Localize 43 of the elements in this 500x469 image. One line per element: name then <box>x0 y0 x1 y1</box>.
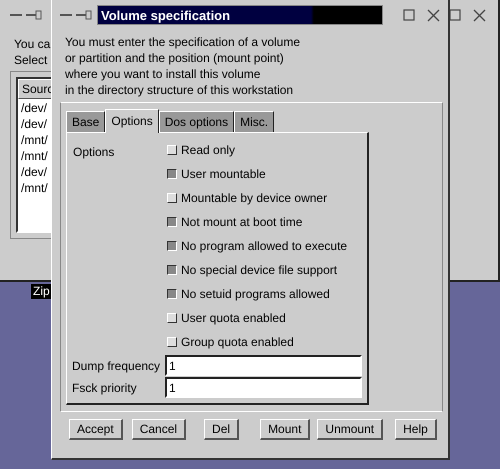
minimize-pin-icon[interactable] <box>8 10 44 20</box>
dialog-button[interactable]: Mount <box>260 419 310 440</box>
intro-text: where you want to install this volume <box>65 66 262 82</box>
option-label: Group quota enabled <box>181 334 294 351</box>
option-label: User quota enabled <box>181 310 286 327</box>
dialog-button[interactable]: Cancel <box>132 419 186 440</box>
minimize-pin-icon[interactable] <box>58 10 94 20</box>
tab[interactable]: Base <box>66 111 106 132</box>
intro-text: or partition and the position (mount point) <box>65 50 285 66</box>
dialog-button[interactable]: Help <box>395 419 437 440</box>
options-label: Options <box>73 144 114 161</box>
intro-text: You must enter the specification of a volume <box>65 34 302 50</box>
dialog-button[interactable]: Unmount <box>317 419 384 440</box>
intro-text: You ca <box>14 36 50 52</box>
option-label: No special device file support <box>181 262 338 279</box>
intro-text: in the directory structure of this workstation <box>65 82 294 98</box>
tab[interactable]: Options <box>105 109 159 133</box>
option-label: No setuid programs allowed <box>181 286 330 303</box>
option-label: User mountable <box>181 166 266 183</box>
checkbox[interactable] <box>167 241 177 251</box>
close-icon[interactable] <box>473 8 486 22</box>
intro-text: Select <box>14 52 48 68</box>
desktop-label: Zip <box>31 284 52 299</box>
maximize-icon[interactable] <box>403 9 415 21</box>
tab[interactable]: Misc. <box>234 111 274 132</box>
field-label: Fsck priority <box>72 380 138 396</box>
close-icon[interactable] <box>427 8 440 22</box>
dialog-button[interactable]: Del <box>204 419 240 440</box>
dialog-button[interactable]: Accept <box>69 419 123 440</box>
checkbox[interactable] <box>167 289 177 299</box>
checkbox[interactable] <box>167 217 177 227</box>
input-field[interactable]: 1 <box>165 377 362 398</box>
tab[interactable]: Dos options <box>158 111 234 132</box>
option-label: Read only <box>181 142 236 159</box>
option-label: No program allowed to execute <box>181 238 348 255</box>
option-label: Not mount at boot time <box>181 214 302 231</box>
field-label: Dump frequency <box>72 358 162 374</box>
input-field[interactable]: 1 <box>165 355 362 376</box>
option-label: Mountable by device owner <box>181 190 328 207</box>
maximize-icon[interactable] <box>449 9 461 21</box>
window-title: Volume specification <box>97 5 383 25</box>
checkbox[interactable] <box>167 265 177 275</box>
checkbox[interactable] <box>167 169 177 179</box>
